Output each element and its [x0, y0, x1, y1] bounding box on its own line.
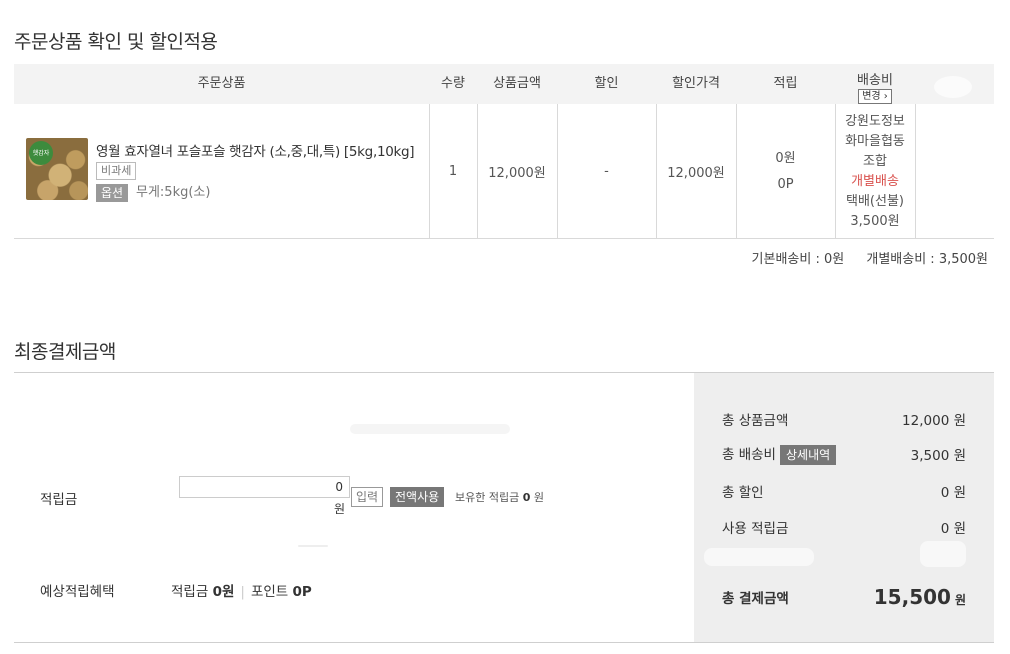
used-points-value: 0 원: [940, 521, 966, 537]
total-shipping-label-wrap: 총 배송비 상세내역: [722, 443, 837, 465]
used-points-row: 사용 적립금 0 원: [722, 517, 966, 537]
held-points-amount: 0: [522, 491, 531, 504]
held-points: 보유한 적립금 0 원: [455, 489, 544, 505]
total-product-value: 12,000 원: [902, 413, 966, 429]
points-unit: 원: [334, 502, 346, 516]
header-discount: 할인: [594, 76, 619, 91]
option-text: 무게:5kg(소): [136, 185, 211, 200]
header-shipping-label: 배송비: [857, 73, 893, 88]
total-shipping-label: 총 배송비: [722, 447, 776, 463]
benefit-points-value: 0원: [212, 584, 235, 600]
shipping-fee: 3,500원: [850, 213, 900, 229]
points-input-button[interactable]: 입력: [351, 487, 384, 507]
individual-shipping-summary: 개별배송비 : 3,500원: [866, 252, 988, 267]
header-price: 상품금액: [493, 76, 541, 91]
benefit-separator: |: [240, 584, 245, 600]
item-discount: -: [604, 164, 609, 179]
used-points-label: 사용 적립금: [722, 521, 789, 537]
shipping-method: 택배(선불): [846, 193, 904, 209]
product-thumbnail[interactable]: 햇감자: [26, 138, 88, 200]
redacted-smudge: [298, 545, 328, 547]
held-points-prefix: 보유한 적립금: [455, 491, 520, 504]
benefit-point-value: 0P: [292, 584, 312, 600]
total-shipping-value: 3,500 원: [910, 448, 966, 464]
use-all-points-button[interactable]: 전액사용: [390, 487, 445, 507]
product-name[interactable]: 영월 효자열녀 포슬포슬 햇감자 (소,중,대,특) [5kg,10kg]: [96, 140, 415, 160]
grand-total-label: 총 결제금액: [722, 591, 789, 607]
order-section-title: 주문상품 확인 및 할인적용: [14, 31, 218, 53]
points-label: 적립금: [40, 492, 78, 508]
final-section-bottom-border: [14, 642, 994, 643]
final-section-title: 최종결제금액: [14, 341, 116, 363]
order-table: 주문상품 수량 상품금액 할인 할인가격 적립 배송비 변경 › 햇감자 영월 …: [14, 64, 994, 239]
total-discount-label: 총 할인: [722, 485, 764, 501]
shipping-change-button[interactable]: 변경 ›: [858, 89, 892, 104]
grand-total-row: 총 결제금액 15,500 원: [722, 585, 966, 609]
expected-benefit: 적립금 0원 | 포인트 0P: [171, 580, 312, 600]
redacted-smudge: [920, 541, 966, 567]
redacted-smudge: [704, 548, 814, 566]
reward-won: 0원: [775, 150, 796, 166]
expected-benefit-label: 예상적립혜택: [40, 584, 115, 600]
shipping-summary: 기본배송비 : 0원 개별배송비 : 3,500원: [734, 248, 988, 267]
points-input[interactable]: [179, 476, 350, 498]
shipping-seller-line3: 조합: [863, 153, 887, 169]
option-badge: 옵션: [96, 184, 129, 202]
total-product-label: 총 상품금액: [722, 413, 789, 429]
header-product: 주문상품: [197, 76, 246, 91]
header-qty: 수량: [441, 76, 465, 91]
total-shipping-row: 총 배송비 상세내역 3,500 원: [722, 443, 966, 465]
shipping-seller-line2: 화마을협동: [845, 133, 905, 149]
item-reward: 0원 0P: [736, 104, 835, 239]
item-price: 12,000원: [488, 166, 546, 181]
grand-total-unit: 원: [954, 593, 966, 607]
tax-free-badge: 비과세: [96, 162, 137, 180]
header-reward: 적립: [773, 76, 798, 91]
payment-summary-panel: 총 상품금액 12,000 원 총 배송비 상세내역 3,500 원 총 할인 0…: [694, 373, 994, 642]
shipping-type: 개별배송: [851, 173, 899, 189]
total-product-row: 총 상품금액 12,000 원: [722, 409, 966, 429]
shipping-detail-button[interactable]: 상세내역: [779, 445, 837, 465]
redacted-smudge: [350, 424, 510, 434]
base-shipping-summary: 기본배송비 : 0원: [751, 252, 845, 267]
item-discount-price: 12,000원: [667, 166, 725, 181]
item-qty: 1: [448, 164, 458, 179]
redacted-blob: [934, 76, 972, 98]
shipping-seller-line1: 강원도정보: [845, 113, 905, 129]
thumbnail-badge: 햇감자: [29, 141, 53, 165]
total-discount-row: 총 할인 0 원: [722, 481, 966, 501]
benefit-points-label: 적립금: [171, 584, 209, 600]
item-shipping: 강원도정보 화마을협동 조합 개별배송 택배(선불) 3,500원: [835, 104, 915, 239]
order-table-header: 주문상품 수량 상품금액 할인 할인가격 적립 배송비 변경 ›: [14, 64, 994, 104]
grand-total-value: 15,500: [873, 585, 951, 609]
header-discount-price: 할인가격: [672, 76, 720, 91]
order-item-row: 햇감자 영월 효자열녀 포슬포슬 햇감자 (소,중,대,특) [5kg,10kg…: [14, 104, 994, 239]
held-points-unit: 원: [533, 491, 544, 504]
total-discount-value: 0 원: [940, 485, 966, 501]
reward-point: 0P: [777, 176, 794, 192]
grand-total: 15,500 원: [874, 585, 966, 609]
benefit-point-label: 포인트: [250, 584, 289, 600]
header-shipping: 배송비 변경 ›: [835, 64, 915, 104]
